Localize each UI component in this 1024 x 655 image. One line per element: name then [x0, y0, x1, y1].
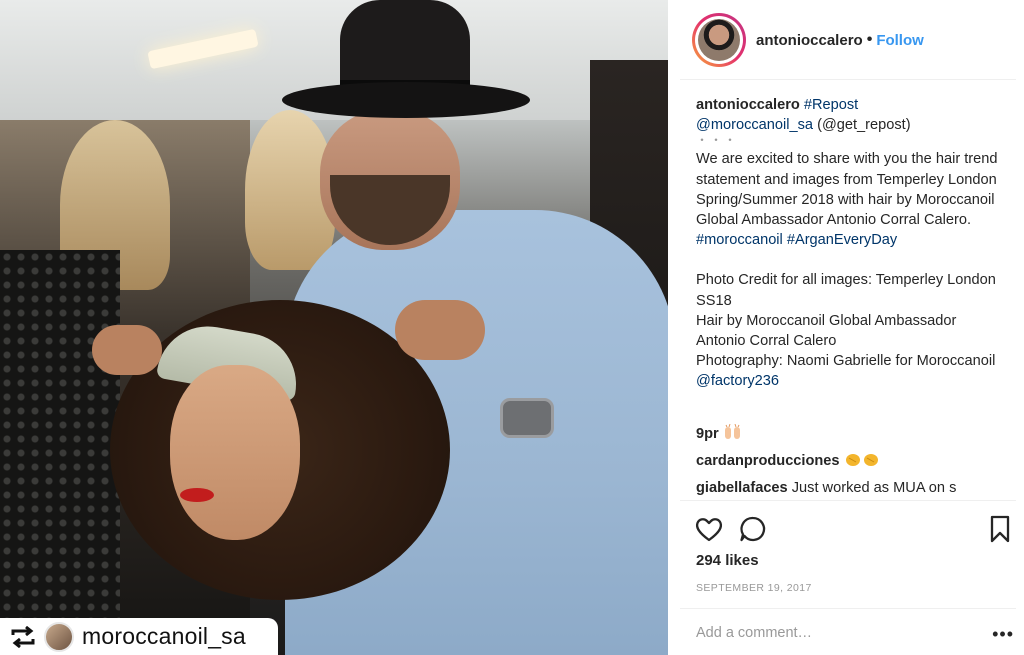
credit-handle-link[interactable]: @factory236 [696, 373, 779, 389]
caption-username[interactable]: antonioccalero [696, 97, 800, 113]
post-header: antonioccalero • Follow [668, 0, 1024, 80]
add-comment-bar: Add a comment… ••• [668, 608, 1024, 655]
repost-username: moroccanoil_sa [82, 623, 246, 649]
actions-divider [680, 500, 1016, 501]
photo-model-face [170, 365, 300, 540]
repost-icon [10, 625, 36, 649]
post-caption: antonioccalero #Repost @moroccanoil_sa (… [696, 95, 1006, 392]
raised-hands-icon [724, 424, 740, 439]
repost-hashtag[interactable]: #Repost [804, 97, 858, 113]
repost-overlay: moroccanoil_sa [0, 618, 278, 655]
comment-divider [680, 608, 1016, 609]
caption-body: We are excited to share with you the hai… [696, 151, 998, 229]
clapping-hands-icon [845, 454, 878, 466]
likes-count[interactable]: 294 likes [696, 552, 759, 569]
source-handle-link[interactable]: @moroccanoil_sa [696, 117, 813, 133]
get-repost-text: (@get_repost) [817, 117, 911, 134]
comment-username[interactable]: cardanproducciones [696, 453, 840, 469]
caption-spacer [696, 250, 1006, 270]
comment-username[interactable]: 9pr [696, 426, 719, 442]
comment-item: cardanproducciones [696, 451, 1016, 471]
comment-item: giabellafaces Just worked as MUA on s [696, 478, 1016, 498]
instagram-post: moroccanoil_sa antonioccalero • Follow a… [0, 0, 1024, 655]
heart-icon[interactable] [694, 514, 724, 544]
caption-dots: ・・・ [696, 133, 739, 148]
comment-username[interactable]: giabellafaces [696, 480, 788, 496]
post-photo[interactable]: moroccanoil_sa [0, 0, 668, 655]
add-comment-input[interactable]: Add a comment… [696, 625, 812, 641]
comment-icon[interactable] [738, 514, 768, 544]
header-divider [680, 79, 1016, 80]
photo-mesh-dress [0, 250, 120, 655]
photo-stylist-hand [92, 325, 162, 375]
photo-stylist-hand [395, 300, 485, 360]
avatar-image [698, 19, 740, 61]
repost-avatar [44, 621, 74, 652]
bookmark-icon[interactable] [988, 514, 1012, 544]
photo-stylist-hat [282, 0, 530, 125]
comment-text: Just worked as MUA on s [791, 480, 957, 496]
post-side-panel: antonioccalero • Follow antonioccalero #… [668, 0, 1024, 655]
header-username[interactable]: antonioccalero [756, 32, 863, 49]
more-options-icon[interactable]: ••• [992, 624, 1014, 645]
post-date: SEPTEMBER 19, 2017 [696, 582, 812, 594]
post-actions: 294 likes SEPTEMBER 19, 2017 Add a comme… [668, 500, 1024, 644]
follow-button[interactable]: Follow [876, 32, 924, 49]
comment-item: 9pr [696, 424, 1016, 444]
avatar[interactable] [692, 13, 746, 67]
photo-watch [500, 398, 554, 438]
caption-hashtags[interactable]: #moroccanoil #ArganEveryDay [696, 230, 1006, 250]
header-separator: • [866, 31, 873, 48]
photo-model-lips [180, 488, 214, 502]
caption-credit: Photo Credit for all images: Temperley L… [696, 272, 996, 370]
